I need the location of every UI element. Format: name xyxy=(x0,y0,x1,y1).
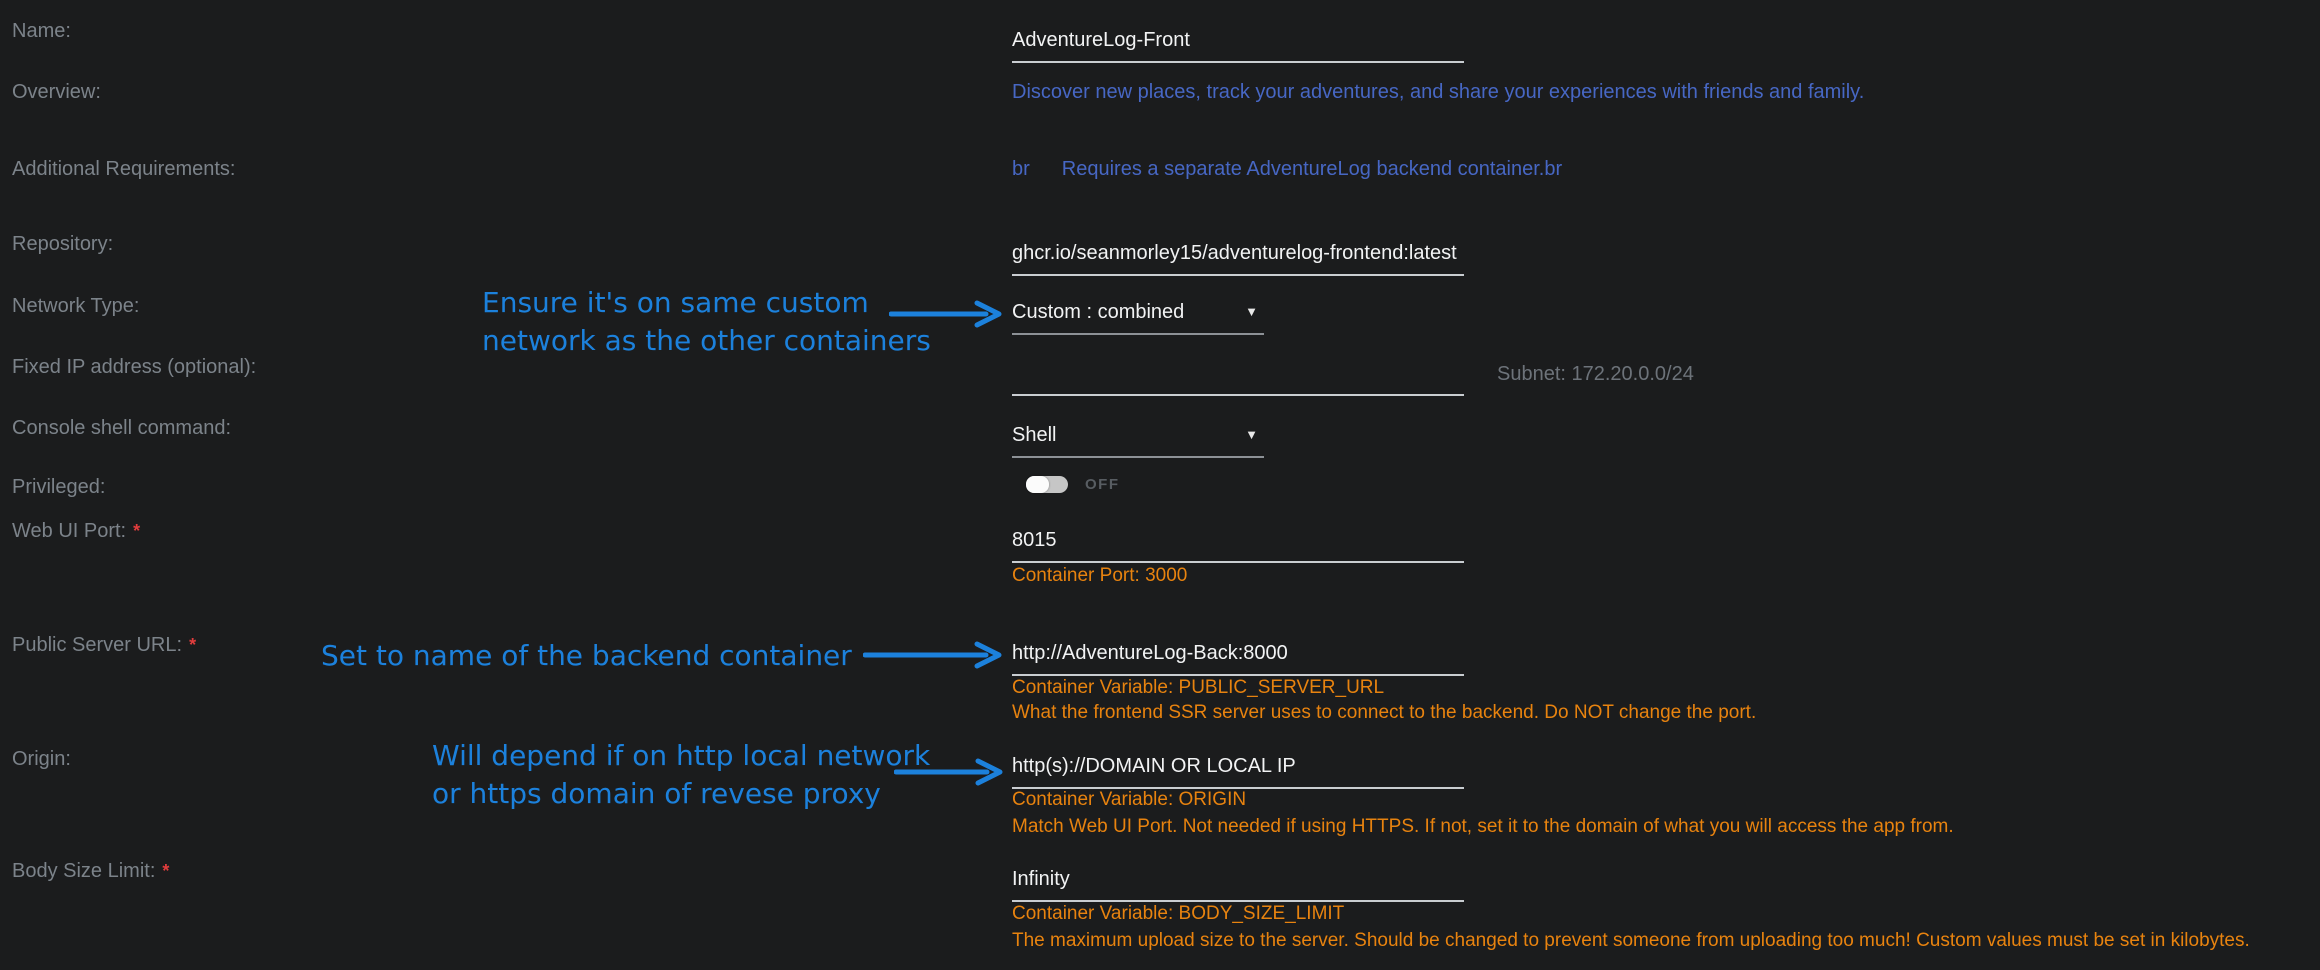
dropdown-arrow-icon: ▼ xyxy=(1245,300,1264,324)
additional-requirements-label: Additional Requirements: xyxy=(12,157,235,181)
arrow-right-icon xyxy=(863,641,1005,669)
privileged-state: OFF xyxy=(1085,476,1120,493)
public-server-url-input[interactable]: http://AdventureLog-Back:8000 xyxy=(1012,641,1464,676)
toggle-knob xyxy=(1026,476,1049,493)
network-annotation-arrow xyxy=(889,300,1005,328)
overview-value: Discover new places, track your adventur… xyxy=(1012,80,1864,104)
public-server-url-variable: Container Variable: PUBLIC_SERVER_URL xyxy=(1012,677,1384,699)
repository-input[interactable]: ghcr.io/seanmorley15/adventurelog-fronte… xyxy=(1012,241,1464,276)
origin-annotation: Will depend if on http local network or … xyxy=(432,737,930,813)
body-size-limit-label: Body Size Limit:* xyxy=(12,859,169,883)
body-size-limit-input[interactable]: Infinity xyxy=(1012,867,1464,902)
additional-requirements-value: br Requires a separate AdventureLog back… xyxy=(1012,157,1562,181)
name-label: Name: xyxy=(12,19,71,43)
additional-requirements-prefix: br xyxy=(1012,157,1030,181)
public-server-url-annotation-line1: Set to name of the backend container xyxy=(321,637,852,675)
privileged-toggle-row: OFF xyxy=(1026,476,1120,493)
public-server-url-annotation: Set to name of the backend container xyxy=(321,637,852,675)
origin-annotation-line2: or https domain of revese proxy xyxy=(432,775,930,813)
origin-help: Match Web UI Port. Not needed if using H… xyxy=(1012,816,1954,838)
public-server-url-annotation-arrow xyxy=(863,641,1005,669)
docker-container-template-form: Name: Overview: Additional Requirements:… xyxy=(0,0,2320,970)
webui-port-label: Web UI Port:* xyxy=(12,519,140,543)
origin-variable: Container Variable: ORIGIN xyxy=(1012,789,1246,811)
network-type-selected: Custom : combined xyxy=(1012,300,1184,324)
network-annotation-line1: Ensure it's on same custom xyxy=(482,284,931,322)
arrow-right-icon xyxy=(889,300,1005,328)
console-shell-select[interactable]: Shell ▼ xyxy=(1012,423,1264,458)
fixed-ip-label: Fixed IP address (optional): xyxy=(12,355,256,379)
overview-label: Overview: xyxy=(12,80,101,104)
console-shell-label: Console shell command: xyxy=(12,416,231,440)
name-input[interactable]: AdventureLog-Front xyxy=(1012,28,1464,63)
fixed-ip-input[interactable] xyxy=(1012,361,1464,396)
body-size-limit-variable: Container Variable: BODY_SIZE_LIMIT xyxy=(1012,903,1344,925)
origin-input[interactable]: http(s)://DOMAIN OR LOCAL IP xyxy=(1012,754,1464,789)
arrow-right-icon xyxy=(894,758,1006,786)
origin-label: Origin: xyxy=(12,747,71,771)
privileged-toggle[interactable] xyxy=(1026,476,1068,493)
network-type-select[interactable]: Custom : combined ▼ xyxy=(1012,300,1264,335)
container-port-help: Container Port: 3000 xyxy=(1012,565,1187,587)
required-asterisk: * xyxy=(162,861,169,881)
dropdown-arrow-icon: ▼ xyxy=(1245,423,1264,447)
privileged-label: Privileged: xyxy=(12,475,105,499)
additional-requirements-text: Requires a separate AdventureLog backend… xyxy=(1062,157,1562,181)
body-size-limit-help: The maximum upload size to the server. S… xyxy=(1012,930,2250,952)
required-asterisk: * xyxy=(189,635,196,655)
network-annotation-line2: network as the other containers xyxy=(482,322,931,360)
public-server-url-help: What the frontend SSR server uses to con… xyxy=(1012,702,1756,724)
public-server-url-label: Public Server URL:* xyxy=(12,633,196,657)
subnet-info: Subnet: 172.20.0.0/24 xyxy=(1497,362,1694,386)
webui-port-input[interactable]: 8015 xyxy=(1012,528,1464,563)
network-type-label: Network Type: xyxy=(12,294,139,318)
console-shell-selected: Shell xyxy=(1012,423,1056,447)
origin-annotation-line1: Will depend if on http local network xyxy=(432,737,930,775)
origin-annotation-arrow xyxy=(894,758,1006,786)
repository-label: Repository: xyxy=(12,232,113,256)
network-annotation: Ensure it's on same custom network as th… xyxy=(482,284,931,360)
required-asterisk: * xyxy=(133,521,140,541)
